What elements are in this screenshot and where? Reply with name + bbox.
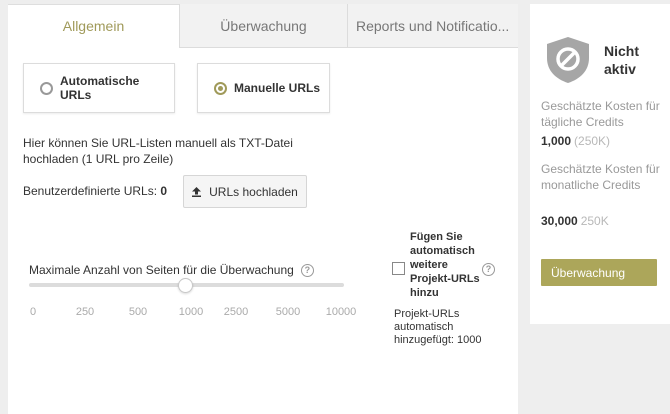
custom-urls-value: 0 (160, 184, 168, 198)
monitoring-button[interactable]: Überwachung (541, 259, 657, 286)
max-pages-slider-thumb[interactable] (178, 278, 193, 293)
upload-urls-button[interactable]: URLs hochladen (183, 175, 307, 208)
monthly-cost-value: 30,000 250K (541, 214, 609, 228)
monthly-cost-amount: 30,000 (541, 214, 578, 228)
max-pages-label: Maximale Anzahl von Seiten für die Überw… (29, 263, 314, 277)
manual-urls-radio[interactable] (214, 81, 227, 95)
status-title: Nicht aktiv (604, 43, 639, 77)
settings-panel: Allgemein Überwachung Reports und Notifi… (8, 4, 518, 414)
auto-add-help: ? (482, 259, 495, 277)
upload-help-text: Hier können Sie URL-Listen manuell als T… (23, 136, 293, 166)
help-icon[interactable]: ? (482, 262, 495, 276)
daily-cost-value: 1,000 (250K) (541, 134, 610, 148)
tab-ueberwachung[interactable]: Überwachung (179, 4, 347, 48)
tab-bar: Allgemein Überwachung Reports und Notifi… (8, 4, 518, 48)
slider-tick-label: 0 (29, 306, 37, 318)
manual-urls-label: Manuelle URLs (234, 81, 321, 95)
automatic-urls-label: Automatische URLs (60, 74, 140, 102)
slider-tick-label: 1000 (178, 306, 204, 318)
automatic-urls-radio[interactable] (40, 81, 53, 95)
tab-reports-label: Reports und Notificatio... (356, 17, 510, 34)
daily-cost-extra: (250K) (574, 134, 611, 148)
help-icon[interactable]: ? (300, 263, 314, 277)
custom-urls-label: Benutzerdefinierte URLs: (23, 184, 158, 198)
daily-cost-label: Geschätzte Kosten für tägliche Credits (541, 99, 660, 129)
slider-tick-label: 5000 (275, 306, 301, 318)
auto-add-urls-checkbox[interactable] (392, 262, 405, 275)
slider-tick-label: 250 (75, 306, 95, 318)
upload-urls-label: URLs hochladen (209, 184, 298, 199)
monthly-cost-label: Geschätzte Kosten für monatliche Credits (541, 162, 660, 192)
monthly-cost-extra: 250K (580, 214, 609, 228)
auto-added-count: Projekt-URLs automatisch hinzugefügt: 10… (394, 308, 482, 346)
status-panel: Nicht aktiv Geschätzte Kosten für täglic… (530, 4, 670, 324)
automatic-urls-option[interactable]: Automatische URLs (23, 63, 175, 113)
slider-tick-label: 10000 (325, 306, 357, 318)
manual-urls-option[interactable]: Manuelle URLs (197, 63, 330, 113)
daily-cost-amount: 1,000 (541, 134, 572, 148)
tab-reports[interactable]: Reports und Notificatio... (347, 4, 518, 48)
slider-tick-label: 2500 (223, 306, 249, 318)
slider-tick-label: 500 (128, 306, 148, 318)
upload-icon (192, 186, 202, 197)
auto-add-urls-label: Fügen Sie automatisch weitere Projekt-UR… (410, 231, 480, 299)
custom-urls-count: Benutzerdefinierte URLs: 0 (23, 184, 167, 198)
tab-allgemein[interactable]: Allgemein (8, 4, 179, 48)
shield-blocked-icon (545, 36, 591, 89)
max-pages-text: Maximale Anzahl von Seiten für die Überw… (29, 263, 294, 277)
